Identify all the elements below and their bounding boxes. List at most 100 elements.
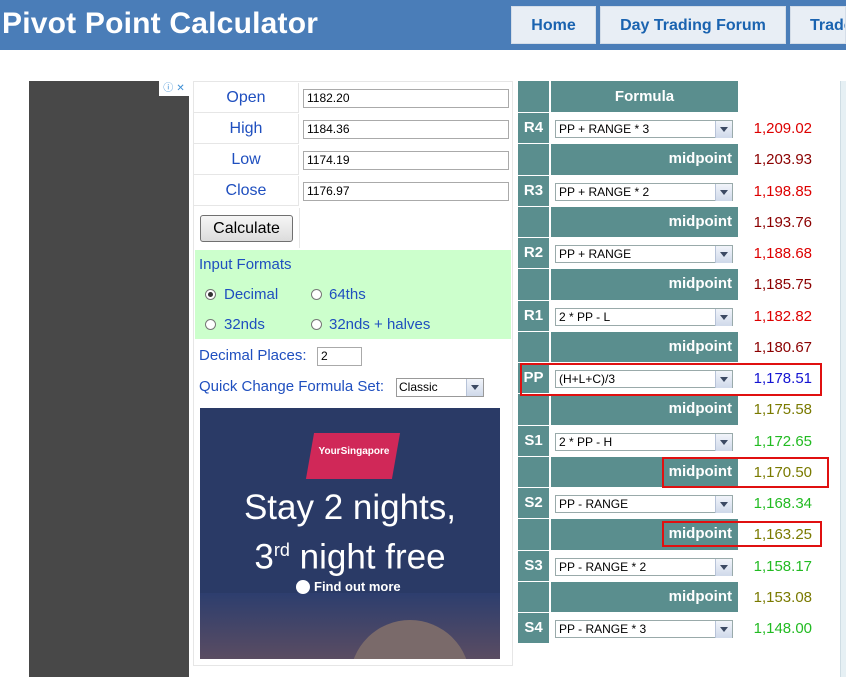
close-row: Close 1176.97 — [194, 176, 512, 207]
pp-midpoint-label: midpoint — [551, 394, 738, 425]
r3-midpoint-label: midpoint — [551, 206, 738, 237]
s2-formula-value: PP - RANGE — [559, 497, 629, 511]
high-label: High — [194, 114, 299, 144]
low-label: Low — [194, 145, 299, 175]
page-title: Pivot Point Calculator — [2, 7, 319, 40]
s4-formula-select[interactable]: PP - RANGE * 3 — [555, 620, 733, 638]
r1-formula-value: 2 * PP - L — [559, 309, 611, 324]
low-input[interactable]: 1174.19 — [303, 151, 509, 170]
high-row: High 1184.36 — [194, 114, 512, 145]
formula-set-label: Quick Change Formula Set: — [199, 378, 385, 395]
table-cell — [518, 331, 549, 362]
open-row: Open 1182.20 — [194, 83, 512, 114]
32nds-radio[interactable] — [205, 319, 216, 330]
open-input[interactable]: 1182.20 — [303, 89, 509, 108]
r4-midpoint-value: 1,203.93 — [753, 151, 812, 169]
table-cell — [518, 394, 549, 425]
chevron-down-icon — [715, 558, 732, 576]
decimal-radio-label[interactable]: Decimal — [224, 286, 278, 303]
highlight-pp-row — [520, 363, 822, 396]
formula-header: Formula — [551, 81, 738, 112]
r4-value: 1,209.02 — [753, 120, 812, 137]
r1-value: 1,182.82 — [753, 307, 812, 325]
decimal-places-input[interactable]: 2 — [317, 347, 362, 366]
r2-formula-select[interactable]: PP + RANGE — [555, 245, 733, 263]
formula-table: Formula R4 PP + RANGE * 3 1,209.02 midpoint… — [518, 81, 829, 644]
64ths-radio[interactable] — [311, 289, 322, 300]
r4-formula-value: PP + RANGE * 3 — [559, 122, 650, 136]
right-edge-strip — [840, 81, 846, 677]
s2-label: S2 — [518, 488, 549, 519]
formula-set-select[interactable]: Classic — [396, 378, 484, 397]
calculate-button[interactable]: Calculate — [200, 215, 293, 242]
close-input[interactable]: 1176.97 — [303, 182, 509, 201]
table-cell — [518, 269, 549, 300]
left-ad-placeholder: ⓘ ✕ — [29, 81, 189, 677]
table-corner — [518, 81, 549, 112]
r3-formula-select[interactable]: PP + RANGE * 2 — [555, 182, 733, 201]
nav-trade-button[interactable]: Trade — [790, 6, 846, 44]
s2-value: 1,168.34 — [753, 495, 812, 512]
s3-midpoint-label: midpoint — [551, 581, 738, 612]
high-input[interactable]: 1184.36 — [303, 120, 509, 139]
32nds-radio-label[interactable]: 32nds — [224, 316, 265, 333]
s1-formula-select[interactable]: 2 * PP - H — [555, 432, 733, 451]
r4-midpoint-label: midpoint — [551, 144, 738, 175]
input-formats-title: Input Formats — [199, 256, 292, 273]
chevron-down-icon — [715, 183, 732, 201]
highlight-s2-midpoint — [662, 521, 822, 547]
table-cell — [518, 456, 549, 487]
s3-value: 1,158.17 — [753, 557, 812, 575]
32nds-halves-radio[interactable] — [311, 319, 322, 330]
input-formats-box: Input Formats Decimal 64ths 32nds 32nds … — [195, 250, 511, 339]
table-cell — [518, 519, 549, 550]
chevron-down-icon — [715, 433, 732, 451]
highlight-s1-midpoint — [662, 457, 829, 488]
64ths-radio-label[interactable]: 64ths — [329, 286, 366, 303]
32nds-halves-radio-label[interactable]: 32nds + halves — [329, 316, 430, 333]
low-row: Low 1174.19 — [194, 145, 512, 176]
r1-midpoint-value: 1,180.67 — [753, 338, 812, 356]
chevron-down-icon — [715, 121, 732, 138]
ad-headline-2-sup: rd — [273, 540, 290, 560]
decimal-radio[interactable] — [205, 289, 216, 300]
s4-value: 1,148.00 — [753, 620, 812, 637]
s2-formula-select[interactable]: PP - RANGE — [555, 495, 733, 513]
s4-label: S4 — [518, 613, 549, 644]
ad-headline-2-post: night free — [289, 537, 446, 577]
r3-value: 1,198.85 — [753, 182, 812, 200]
ad-find-out-more-link[interactable]: Find out more — [314, 579, 401, 594]
r2-formula-value: PP + RANGE — [559, 247, 632, 261]
r3-formula-value: PP + RANGE * 2 — [559, 184, 650, 199]
ad-headline-2: 3rd night free — [200, 530, 500, 578]
s3-formula-value: PP - RANGE * 2 — [559, 559, 647, 574]
ad-headline-2-pre: 3 — [254, 537, 274, 577]
r4-label: R4 — [518, 113, 549, 144]
singapore-ad-banner[interactable]: YourSingapore Stay 2 nights, 3rd night f… — [200, 408, 500, 659]
nav-day-trading-forum-button[interactable]: Day Trading Forum — [600, 6, 786, 44]
s1-formula-value: 2 * PP - H — [559, 434, 613, 449]
chevron-down-icon — [715, 621, 732, 638]
s1-value: 1,172.65 — [753, 432, 812, 450]
open-label: Open — [194, 83, 299, 113]
s3-midpoint-value: 1,153.08 — [753, 588, 812, 606]
formula-set-value: Classic — [399, 380, 438, 394]
s3-formula-select[interactable]: PP - RANGE * 2 — [555, 557, 733, 576]
r2-midpoint-value: 1,185.75 — [753, 276, 812, 294]
input-panel: Open 1182.20 High 1184.36 Low 1174.19 Cl… — [193, 81, 513, 666]
site-header: Pivot Point Calculator Home Day Trading … — [0, 0, 846, 50]
adchoices-icon[interactable]: ⓘ ✕ — [159, 81, 189, 96]
pp-midpoint-value: 1,175.58 — [753, 401, 812, 419]
r2-midpoint-label: midpoint — [551, 269, 738, 300]
r2-value: 1,188.68 — [753, 245, 812, 262]
nav-home-button[interactable]: Home — [511, 6, 596, 44]
table-cell — [518, 581, 549, 612]
r1-formula-select[interactable]: 2 * PP - L — [555, 307, 733, 326]
arrow-right-icon — [296, 580, 310, 594]
r3-midpoint-value: 1,193.76 — [753, 213, 812, 231]
ad-headline-1: Stay 2 nights, — [243, 488, 457, 527]
chevron-down-icon — [715, 308, 732, 326]
close-label: Close — [194, 176, 299, 206]
r4-formula-select[interactable]: PP + RANGE * 3 — [555, 120, 733, 138]
chevron-down-icon — [715, 246, 732, 263]
